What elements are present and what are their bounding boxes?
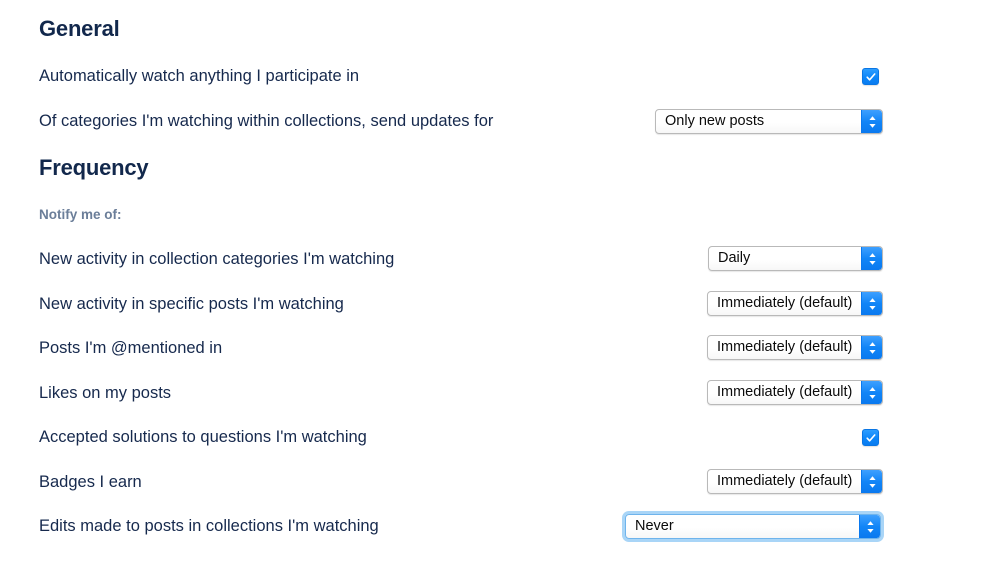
setting-row-badges: Badges I earn Immediately (default): [0, 467, 998, 497]
collection-categories-select-value: Daily: [718, 250, 751, 266]
setting-label-collection-categories: New activity in collection categories I'…: [39, 250, 395, 268]
setting-row-specific-posts: New activity in specific posts I'm watch…: [0, 289, 998, 319]
setting-label-mentions: Posts I'm @mentioned in: [39, 339, 223, 357]
collection-categories-select[interactable]: Daily: [708, 246, 883, 271]
badges-select-value: Immediately (default): [717, 473, 853, 489]
chevron-up-down-icon[interactable]: [861, 110, 882, 133]
setting-label-badges: Badges I earn: [39, 473, 142, 491]
chevron-up-down-icon[interactable]: [861, 470, 882, 493]
edits-select-value: Never: [635, 518, 674, 534]
setting-label-category-updates: Of categories I'm watching within collec…: [39, 112, 494, 130]
check-icon: [865, 432, 877, 444]
notify-me-of-label: Notify me of:: [39, 207, 122, 222]
setting-row-mentions: Posts I'm @mentioned in Immediately (def…: [0, 333, 998, 363]
mentions-select[interactable]: Immediately (default): [707, 335, 883, 360]
auto-watch-checkbox[interactable]: [862, 68, 879, 85]
mentions-select-value: Immediately (default): [717, 339, 853, 355]
notification-settings-page: General Automatically watch anything I p…: [0, 0, 998, 581]
chevron-up-down-icon[interactable]: [859, 515, 880, 538]
badges-select[interactable]: Immediately (default): [707, 469, 883, 494]
page-title-general: General: [39, 16, 120, 41]
likes-select-value: Immediately (default): [717, 384, 853, 400]
setting-row-likes: Likes on my posts Immediately (default): [0, 378, 998, 408]
setting-label-likes: Likes on my posts: [39, 384, 172, 402]
category-updates-select[interactable]: Only new posts: [655, 109, 883, 134]
chevron-up-down-icon[interactable]: [861, 336, 882, 359]
category-updates-select-value: Only new posts: [665, 113, 765, 129]
edits-select[interactable]: Never: [625, 514, 881, 539]
setting-label-auto-watch: Automatically watch anything I participa…: [39, 67, 360, 85]
setting-row-auto-watch: Automatically watch anything I participa…: [0, 61, 998, 91]
likes-select[interactable]: Immediately (default): [707, 380, 883, 405]
chevron-up-down-icon[interactable]: [861, 247, 882, 270]
chevron-up-down-icon[interactable]: [861, 292, 882, 315]
setting-label-accepted-solutions: Accepted solutions to questions I'm watc…: [39, 428, 367, 446]
setting-row-accepted-solutions: Accepted solutions to questions I'm watc…: [0, 422, 998, 452]
setting-row-collection-categories: New activity in collection categories I'…: [0, 244, 998, 274]
specific-posts-select-value: Immediately (default): [717, 295, 853, 311]
setting-row-category-updates: Of categories I'm watching within collec…: [0, 106, 998, 136]
page-title-frequency: Frequency: [39, 155, 149, 180]
setting-row-edits: Edits made to posts in collections I'm w…: [0, 511, 998, 541]
setting-label-edits: Edits made to posts in collections I'm w…: [39, 517, 379, 535]
accepted-solutions-checkbox[interactable]: [862, 429, 879, 446]
setting-label-specific-posts: New activity in specific posts I'm watch…: [39, 295, 344, 313]
check-icon: [865, 71, 877, 83]
specific-posts-select[interactable]: Immediately (default): [707, 291, 883, 316]
chevron-up-down-icon[interactable]: [861, 381, 882, 404]
